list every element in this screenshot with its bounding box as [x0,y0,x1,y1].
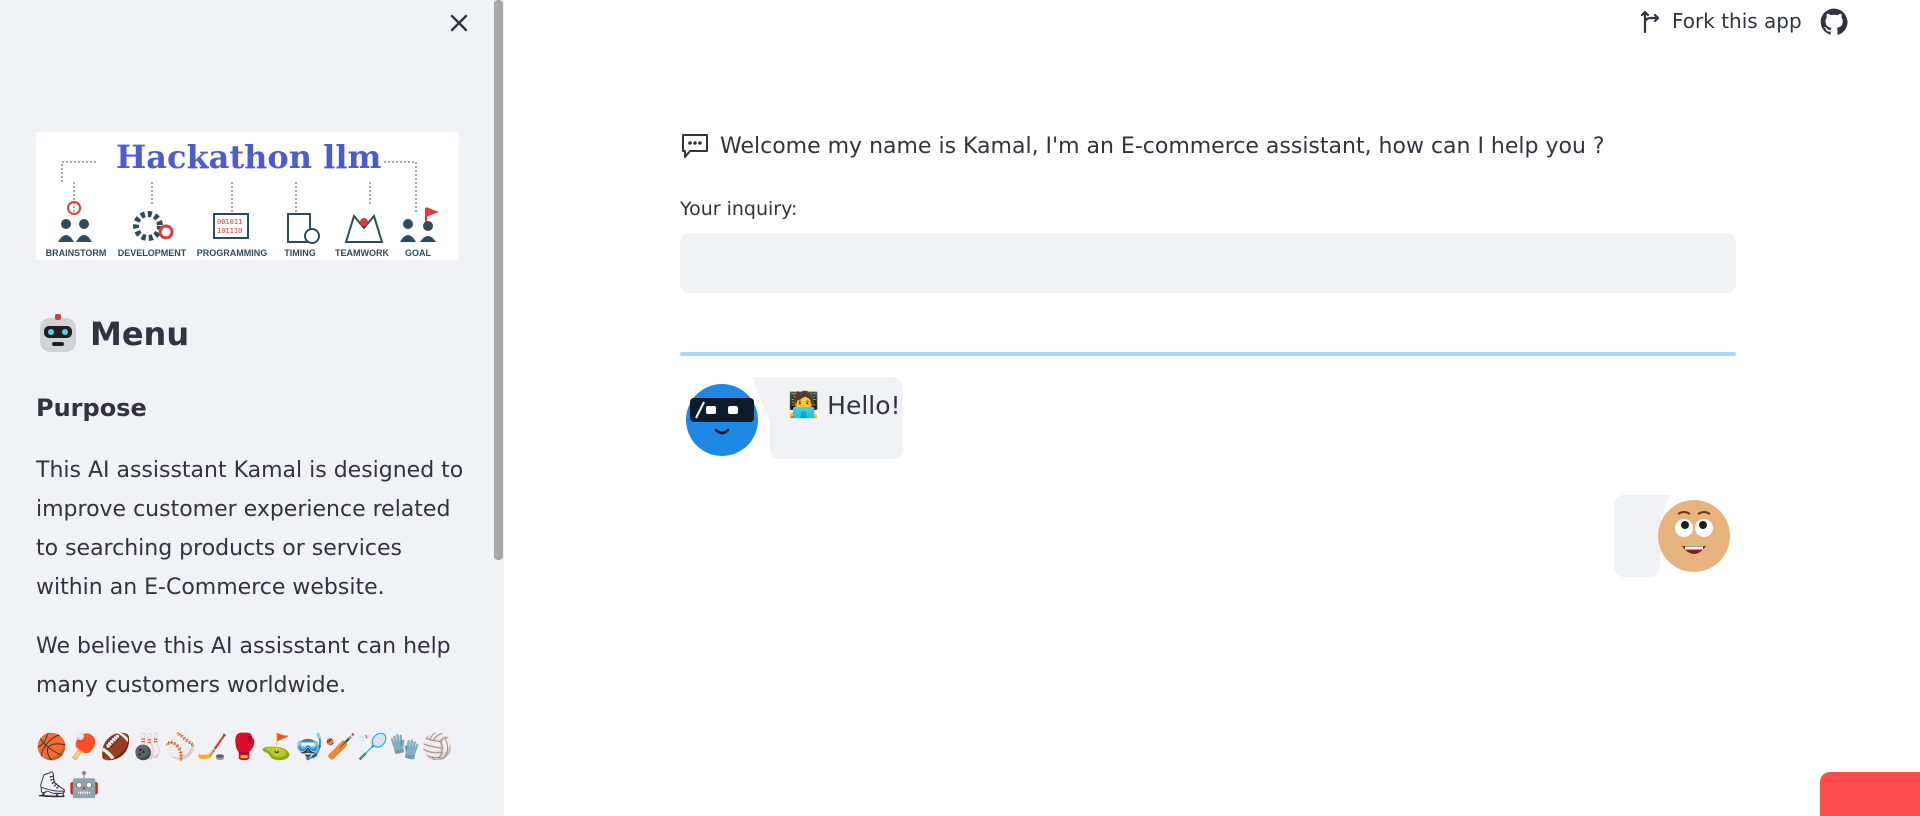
svg-text:BRAINSTORM: BRAINSTORM [46,248,107,258]
purpose-paragraph: This AI assisstant Kamal is designed to … [36,458,464,600]
inquiry-label: Your inquiry: [680,198,798,220]
welcome-message: Welcome my name is Kamal, I'm an E-comme… [680,132,1605,160]
sidebar: Hackathon llm 001011 101110 BRAINSTORM D… [0,0,504,816]
fork-label: Fork this app [1672,9,1802,33]
svg-text:001011: 001011 [217,218,242,226]
fork-app-link[interactable]: Fork this app [1640,8,1802,34]
belief-paragraph: We believe this AI assisstant can help m… [36,634,451,698]
github-button[interactable] [1820,8,1848,36]
hackathon-banner-image: Hackathon llm 001011 101110 BRAINSTORM D… [36,132,459,260]
github-icon [1820,8,1848,35]
bot-message: 🧑‍💻 Hello! [788,390,901,420]
technologist-emoji-icon: 🧑‍💻 [788,390,820,419]
menu-heading: Menu [36,312,189,356]
smiley-face-avatar-icon [1658,500,1730,572]
svg-text:PROGRAMMING: PROGRAMMING [197,248,268,258]
teamwork-hands-icon [344,213,384,243]
welcome-text: Welcome my name is Kamal, I'm an E-comme… [720,133,1605,159]
speech-bubble-icon [682,134,708,158]
development-gear-icon [133,211,174,241]
svg-text:TEAMWORK: TEAMWORK [335,248,389,258]
svg-text:101110: 101110 [217,227,242,235]
close-sidebar-button[interactable] [446,10,472,36]
inquiry-input[interactable] [680,233,1736,293]
svg-text:TIMING: TIMING [284,248,316,258]
chat-divider [680,352,1736,356]
goal-flag-icon [400,207,439,242]
svg-text:GOAL: GOAL [405,248,432,258]
sidebar-scrollbar[interactable] [494,0,503,560]
robot-avatar-icon [686,384,758,456]
user-message-bubble [1614,495,1660,577]
bot-message-text: Hello! [827,390,901,420]
sports-emoji-row: 🏀🏓🏈🎳⚾🏒🥊⛳🤿🏏🏸🧤🏐⛸🤖 [36,732,454,799]
timing-clipboard-icon [287,213,320,244]
fork-icon [1640,10,1660,34]
robot-face-icon [40,314,76,352]
brainstorm-icon [58,201,92,242]
user-avatar [1658,500,1730,572]
close-icon [450,14,468,32]
programming-monitor-icon: 001011 101110 [213,213,249,239]
bot-avatar [686,384,758,456]
streamlit-badge[interactable] [1820,772,1920,816]
purpose-heading: Purpose [36,394,147,422]
svg-text:DEVELOPMENT: DEVELOPMENT [118,248,187,258]
menu-title: Menu [90,315,190,353]
banner-title: Hackathon llm [116,138,381,176]
